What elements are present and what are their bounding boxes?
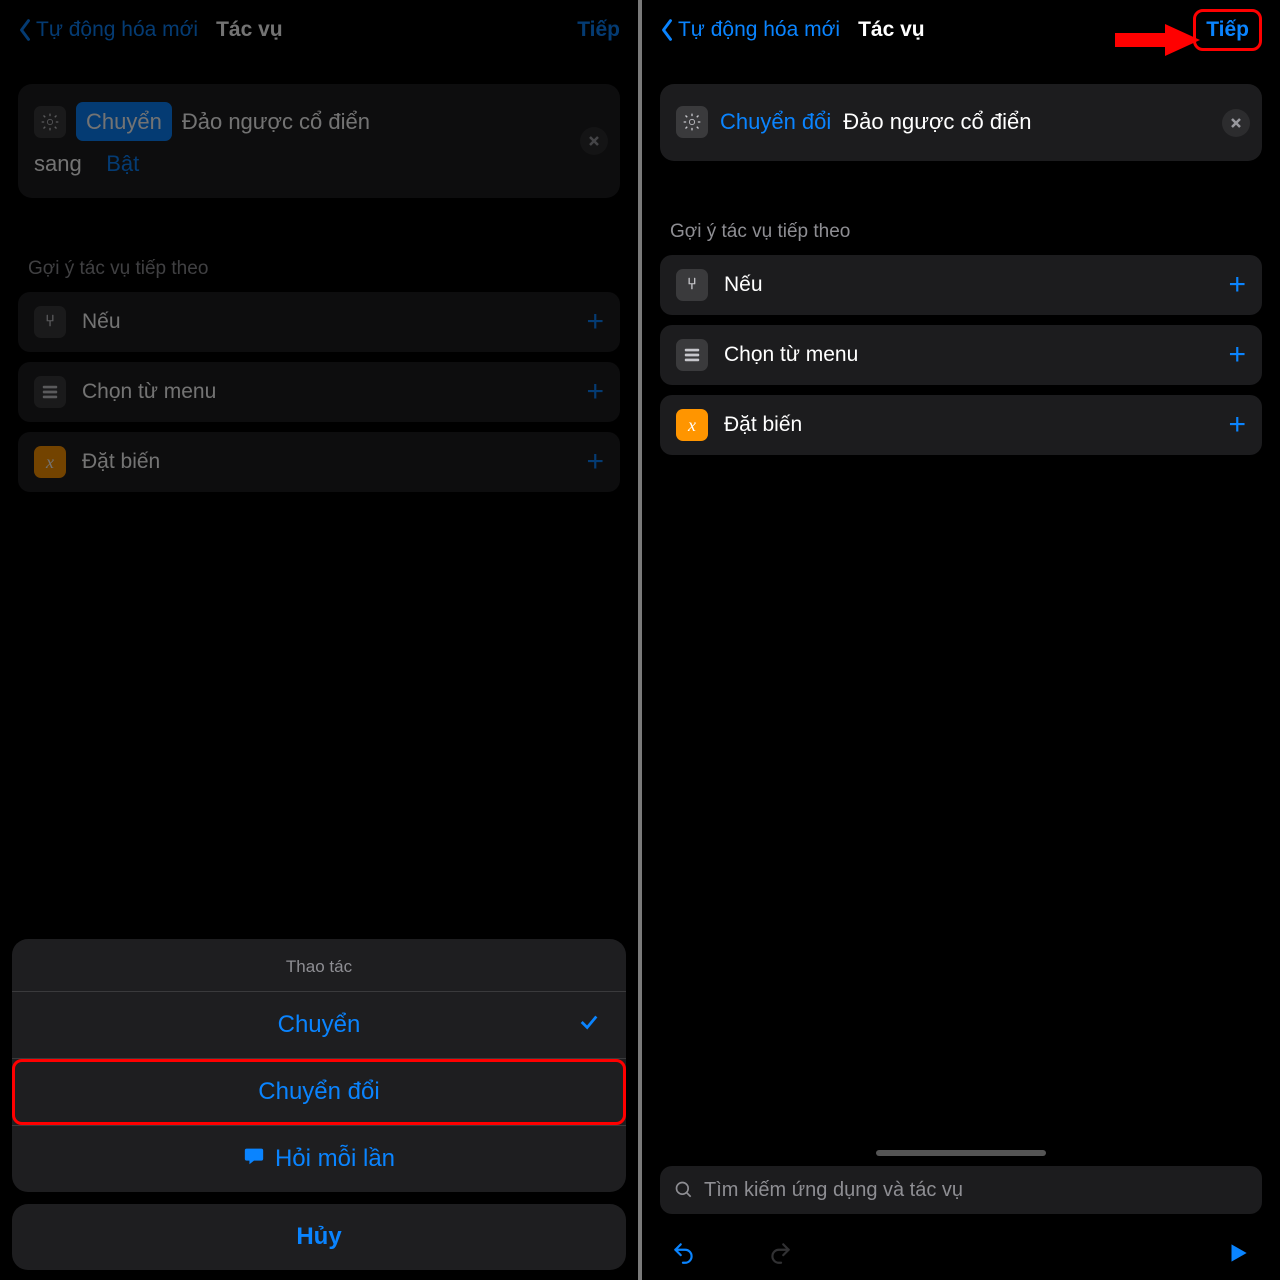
suggestion-row[interactable]: Chọn từ menu + (18, 362, 620, 422)
suggestions-list: ⑂ Nếu + Chọn từ menu + x Đặt biến + (660, 255, 1262, 455)
right-phone-frame: Tự động hóa mới Tác vụ Tiếp Chuyển đổi Đ… (642, 0, 1280, 1280)
suggestion-label: Chọn từ menu (724, 343, 1228, 367)
plus-icon: + (1228, 340, 1246, 370)
back-label: Tự động hóa mới (36, 18, 198, 42)
undo-button[interactable] (666, 1235, 702, 1271)
action-token-link[interactable]: Chuyển đổi (720, 104, 831, 139)
variable-icon: x (34, 446, 66, 478)
gear-icon (34, 106, 66, 138)
action-chip[interactable]: Chuyển (76, 102, 172, 141)
sheet-option-toggle[interactable]: Chuyển đổi (12, 1059, 626, 1125)
annotation-arrow-icon (1115, 20, 1200, 60)
redo-icon (767, 1240, 793, 1266)
search-icon (674, 1180, 694, 1200)
action-text: Đảo ngược cổ điển (843, 104, 1031, 139)
sheet-option-label: Chuyển đổi (258, 1078, 379, 1106)
left-phone-frame: Tự động hóa mới Tác vụ Tiếp Chuyển Đảo n… (0, 0, 638, 1280)
redo-button (762, 1235, 798, 1271)
next-label: Tiếp (1206, 18, 1249, 41)
checkmark-icon (578, 1011, 600, 1040)
message-icon (243, 1145, 265, 1174)
suggestion-row[interactable]: ⑂ Nếu + (660, 255, 1262, 315)
home-indicator (876, 1150, 1046, 1156)
plus-icon: + (1228, 270, 1246, 300)
suggestion-label: Đặt biến (82, 450, 586, 474)
suggestion-row[interactable]: Chọn từ menu + (660, 325, 1262, 385)
play-icon (1225, 1240, 1251, 1266)
action-text-2: sang (34, 151, 82, 176)
nav-bar: Tự động hóa mới Tác vụ Tiếp (0, 0, 638, 60)
plus-icon: + (586, 447, 604, 477)
sheet-option-switch[interactable]: Chuyển (12, 992, 626, 1058)
back-label: Tự động hóa mới (678, 18, 840, 42)
suggestions-header: Gợi ý tác vụ tiếp theo (670, 221, 1252, 243)
dimmed-content: Tự động hóa mới Tác vụ Tiếp Chuyển Đảo n… (0, 0, 638, 492)
nav-title: Tác vụ (858, 18, 925, 42)
next-button[interactable]: Tiếp (1193, 9, 1262, 51)
run-button[interactable] (1220, 1235, 1256, 1271)
chevron-left-icon (660, 18, 674, 42)
menu-icon (34, 376, 66, 408)
plus-icon: + (586, 307, 604, 337)
sheet-option-ask[interactable]: Hỏi mỗi lần (12, 1126, 626, 1192)
sheet-option-label: Chuyển (278, 1011, 361, 1039)
suggestion-label: Nếu (82, 310, 586, 334)
search-placeholder: Tìm kiếm ứng dụng và tác vụ (704, 1179, 963, 1202)
search-field[interactable]: Tìm kiếm ứng dụng và tác vụ (660, 1166, 1262, 1214)
close-icon (1230, 117, 1242, 129)
if-icon: ⑂ (676, 269, 708, 301)
action-card[interactable]: Chuyển Đảo ngược cổ điển sang Bật (18, 84, 620, 198)
bottom-toolbar (642, 1226, 1280, 1280)
suggestions-list: ⑂ Nếu + Chọn từ menu + x Đặt biến + (18, 292, 620, 492)
nav-title: Tác vụ (216, 18, 283, 42)
action-sheet: Thao tác Chuyển Chuyển đổi Hỏi mỗi lần (0, 939, 638, 1280)
sheet-option-label: Hỏi mỗi lần (275, 1145, 395, 1173)
menu-icon (676, 339, 708, 371)
suggestions-header: Gợi ý tác vụ tiếp theo (28, 258, 610, 280)
suggestion-row[interactable]: x Đặt biến + (18, 432, 620, 492)
sheet-title: Thao tác (12, 939, 626, 991)
back-button[interactable]: Tự động hóa mới (18, 18, 198, 42)
suggestion-label: Chọn từ menu (82, 380, 586, 404)
undo-icon (671, 1240, 697, 1266)
cancel-label: Hủy (296, 1223, 341, 1251)
gear-icon (676, 106, 708, 138)
suggestion-label: Nếu (724, 273, 1228, 297)
variable-icon: x (676, 409, 708, 441)
bottom-area: Tìm kiếm ứng dụng và tác vụ (642, 1150, 1280, 1280)
sheet-cancel-button[interactable]: Hủy (12, 1204, 626, 1270)
suggestion-row[interactable]: x Đặt biến + (660, 395, 1262, 455)
close-icon (588, 135, 600, 147)
suggestion-row[interactable]: ⑂ Nếu + (18, 292, 620, 352)
remove-action-button[interactable] (1222, 109, 1250, 137)
plus-icon: + (586, 377, 604, 407)
action-value-link[interactable]: Bật (106, 151, 139, 176)
remove-action-button[interactable] (580, 127, 608, 155)
back-button[interactable]: Tự động hóa mới (660, 18, 840, 42)
suggestion-label: Đặt biến (724, 413, 1228, 437)
action-text-1: Đảo ngược cổ điển (182, 105, 370, 138)
plus-icon: + (1228, 410, 1246, 440)
chevron-left-icon (18, 18, 32, 42)
if-icon: ⑂ (34, 306, 66, 338)
action-card[interactable]: Chuyển đổi Đảo ngược cổ điển (660, 84, 1262, 161)
next-button[interactable]: Tiếp (577, 18, 620, 42)
